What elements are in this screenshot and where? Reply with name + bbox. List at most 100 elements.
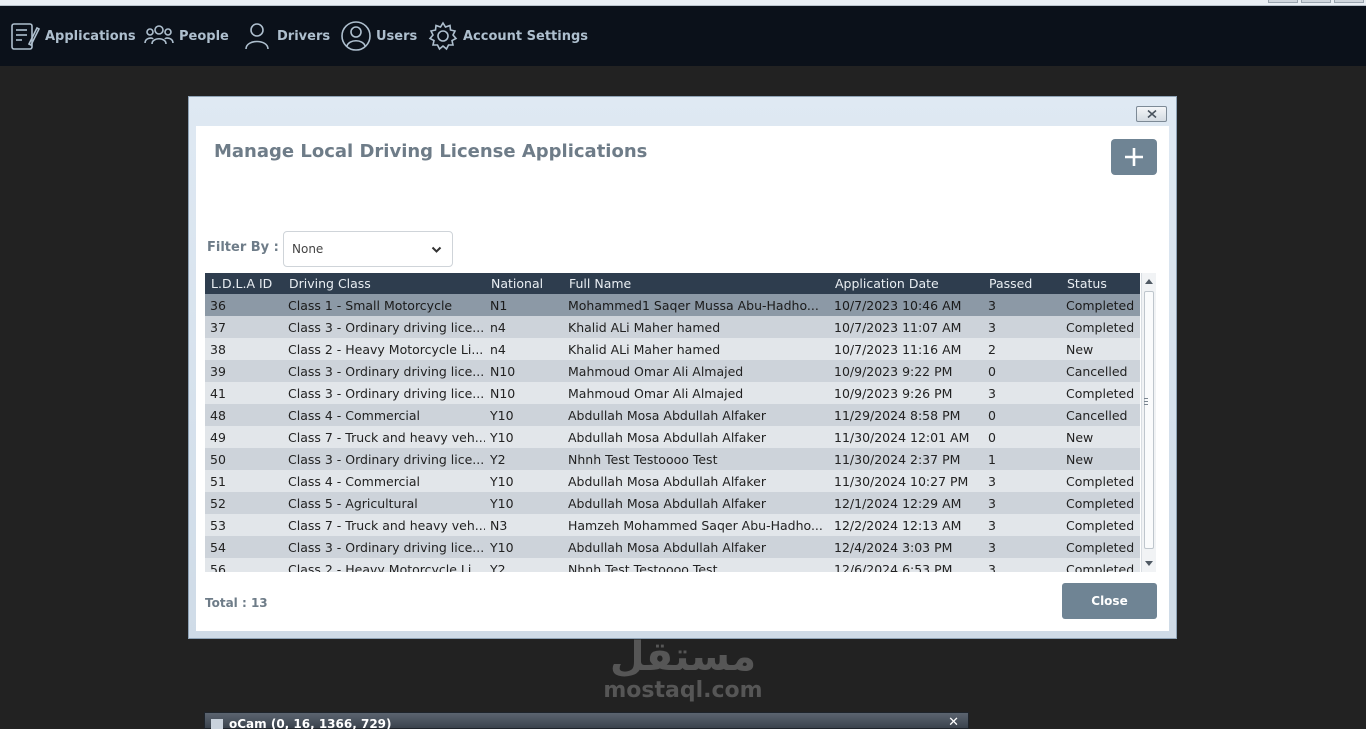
filter-by-select[interactable]: None bbox=[283, 231, 453, 267]
dialog-close-button[interactable] bbox=[1136, 106, 1167, 122]
table-cell: 3 bbox=[983, 294, 1061, 316]
chevron-down-icon bbox=[431, 246, 442, 253]
table-row[interactable]: 54 Class 3 - Ordinary driving lice... Y10 A… bbox=[205, 536, 1140, 558]
menu-people-label: People bbox=[179, 28, 229, 44]
table-row[interactable]: 38 Class 2 - Heavy Motorcycle Li... n4 Khal… bbox=[205, 338, 1140, 360]
main-menu-bar: Applications People Drivers Users Accoun… bbox=[0, 6, 1366, 66]
table-cell: New bbox=[1061, 338, 1140, 360]
menu-account-settings[interactable]: Account Settings bbox=[427, 6, 588, 66]
table-cell: Y10 bbox=[485, 404, 563, 426]
table-cell: Khalid ALi Maher hamed bbox=[563, 316, 829, 338]
scroll-thumb[interactable] bbox=[1144, 291, 1154, 549]
table-cell: 49 bbox=[205, 426, 283, 448]
column-header[interactable]: Status bbox=[1061, 273, 1140, 294]
table-row[interactable]: 48 Class 4 - Commercial Y10 Abdullah Mosa A… bbox=[205, 404, 1140, 426]
column-header[interactable]: Full Name bbox=[563, 273, 829, 294]
menu-users-label: Users bbox=[376, 28, 418, 44]
table-cell: Completed bbox=[1061, 470, 1140, 492]
plus-icon bbox=[1125, 148, 1143, 166]
menu-drivers[interactable]: Drivers bbox=[241, 6, 330, 66]
table-cell: Y2 bbox=[485, 558, 563, 572]
column-header[interactable]: National bbox=[485, 273, 563, 294]
table-cell: 10/7/2023 11:07 AM bbox=[829, 316, 983, 338]
table-cell: 12/4/2024 3:03 PM bbox=[829, 536, 983, 558]
table-cell: Class 2 - Heavy Motorcycle Li... bbox=[283, 558, 485, 572]
scroll-up-arrow-icon[interactable] bbox=[1145, 279, 1153, 284]
applications-grid[interactable]: L.D.L.A ID Driving Class National Full Name… bbox=[205, 273, 1140, 572]
table-cell: Abdullah Mosa Abdullah Alfaker bbox=[563, 470, 829, 492]
table-cell: Completed bbox=[1061, 558, 1140, 572]
table-row[interactable]: 49 Class 7 - Truck and heavy veh... Y10 Abd… bbox=[205, 426, 1140, 448]
menu-applications-label: Applications bbox=[45, 28, 136, 44]
table-cell: 10/9/2023 9:22 PM bbox=[829, 360, 983, 382]
column-header[interactable]: L.D.L.A ID bbox=[205, 273, 283, 294]
column-header[interactable]: Passed bbox=[983, 273, 1061, 294]
table-cell: Cancelled bbox=[1061, 360, 1140, 382]
total-count-label: Total : 13 bbox=[205, 596, 268, 610]
grid-vertical-scrollbar[interactable] bbox=[1141, 273, 1156, 572]
table-cell: 0 bbox=[983, 404, 1061, 426]
column-header[interactable]: Application Date bbox=[829, 273, 983, 294]
menu-people[interactable]: People bbox=[143, 6, 229, 66]
maximize-button[interactable] bbox=[1301, 0, 1331, 3]
table-cell: Completed bbox=[1061, 536, 1140, 558]
window-close-button[interactable] bbox=[1334, 0, 1364, 3]
table-cell: 12/1/2024 12:29 AM bbox=[829, 492, 983, 514]
table-row[interactable]: 37 Class 3 - Ordinary driving lice... n4 Kh… bbox=[205, 316, 1140, 338]
table-cell: 3 bbox=[983, 558, 1061, 572]
table-cell: New bbox=[1061, 448, 1140, 470]
table-cell: N10 bbox=[485, 360, 563, 382]
table-cell: 12/6/2024 6:53 PM bbox=[829, 558, 983, 572]
table-cell: Class 3 - Ordinary driving lice... bbox=[283, 536, 485, 558]
table-cell: N3 bbox=[485, 514, 563, 536]
table-cell: Hamzeh Mohammed Saqer Abu-Hadho... bbox=[563, 514, 829, 536]
table-cell: Class 7 - Truck and heavy veh... bbox=[283, 514, 485, 536]
ocam-close-icon[interactable]: ✕ bbox=[948, 715, 959, 729]
scroll-down-arrow-icon[interactable] bbox=[1145, 561, 1153, 566]
table-cell: 52 bbox=[205, 492, 283, 514]
ocam-app-icon bbox=[211, 719, 223, 729]
column-header[interactable]: Driving Class bbox=[283, 273, 485, 294]
table-cell: Y2 bbox=[485, 448, 563, 470]
table-cell: 53 bbox=[205, 514, 283, 536]
user-icon bbox=[341, 21, 371, 51]
menu-users[interactable]: Users bbox=[340, 6, 417, 66]
table-row[interactable]: 51 Class 4 - Commercial Y10 Abdullah Mosa A… bbox=[205, 470, 1140, 492]
table-row[interactable]: 53 Class 7 - Truck and heavy veh... N3 Hamz… bbox=[205, 514, 1140, 536]
minimize-button[interactable] bbox=[1268, 0, 1298, 3]
table-row[interactable]: 36 Class 1 - Small Motorcycle N1 Mohammed1 … bbox=[205, 294, 1140, 316]
table-cell: Class 1 - Small Motorcycle bbox=[283, 294, 485, 316]
table-cell: 1 bbox=[983, 448, 1061, 470]
table-cell: Y10 bbox=[485, 470, 563, 492]
table-cell: 11/30/2024 12:01 AM bbox=[829, 426, 983, 448]
table-cell: 10/7/2023 11:16 AM bbox=[829, 338, 983, 360]
table-cell: 3 bbox=[983, 514, 1061, 536]
table-cell: N10 bbox=[485, 382, 563, 404]
table-row[interactable]: 41 Class 3 - Ordinary driving lice... N10 M… bbox=[205, 382, 1140, 404]
table-cell: 11/30/2024 2:37 PM bbox=[829, 448, 983, 470]
table-cell: Abdullah Mosa Abdullah Alfaker bbox=[563, 492, 829, 514]
table-cell: Y10 bbox=[485, 492, 563, 514]
table-row[interactable]: 56 Class 2 - Heavy Motorcycle Li... Y2 Nhnh… bbox=[205, 558, 1140, 572]
table-cell: 3 bbox=[983, 382, 1061, 404]
filter-by-label: Filter By : bbox=[207, 240, 279, 255]
table-cell: Completed bbox=[1061, 316, 1140, 338]
add-application-button[interactable] bbox=[1111, 139, 1157, 175]
ocam-title: oCam (0, 16, 1366, 729) bbox=[229, 717, 392, 729]
table-cell: n4 bbox=[485, 338, 563, 360]
table-cell: Completed bbox=[1061, 514, 1140, 536]
close-button[interactable]: Close bbox=[1062, 583, 1157, 619]
table-cell: Abdullah Mosa Abdullah Alfaker bbox=[563, 404, 829, 426]
driver-icon bbox=[245, 23, 269, 50]
table-row[interactable]: 52 Class 5 - Agricultural Y10 Abdullah Mosa… bbox=[205, 492, 1140, 514]
table-cell: Completed bbox=[1061, 294, 1140, 316]
table-cell: Class 4 - Commercial bbox=[283, 404, 485, 426]
menu-applications[interactable]: Applications bbox=[9, 6, 136, 66]
filter-selected-value: None bbox=[292, 242, 324, 256]
table-row[interactable]: 50 Class 3 - Ordinary driving lice... Y2 Nh… bbox=[205, 448, 1140, 470]
table-cell: Class 3 - Ordinary driving lice... bbox=[283, 448, 485, 470]
table-cell: 38 bbox=[205, 338, 283, 360]
table-row[interactable]: 39 Class 3 - Ordinary driving lice... N10 M… bbox=[205, 360, 1140, 382]
table-cell: 10/9/2023 9:26 PM bbox=[829, 382, 983, 404]
table-cell: 3 bbox=[983, 536, 1061, 558]
